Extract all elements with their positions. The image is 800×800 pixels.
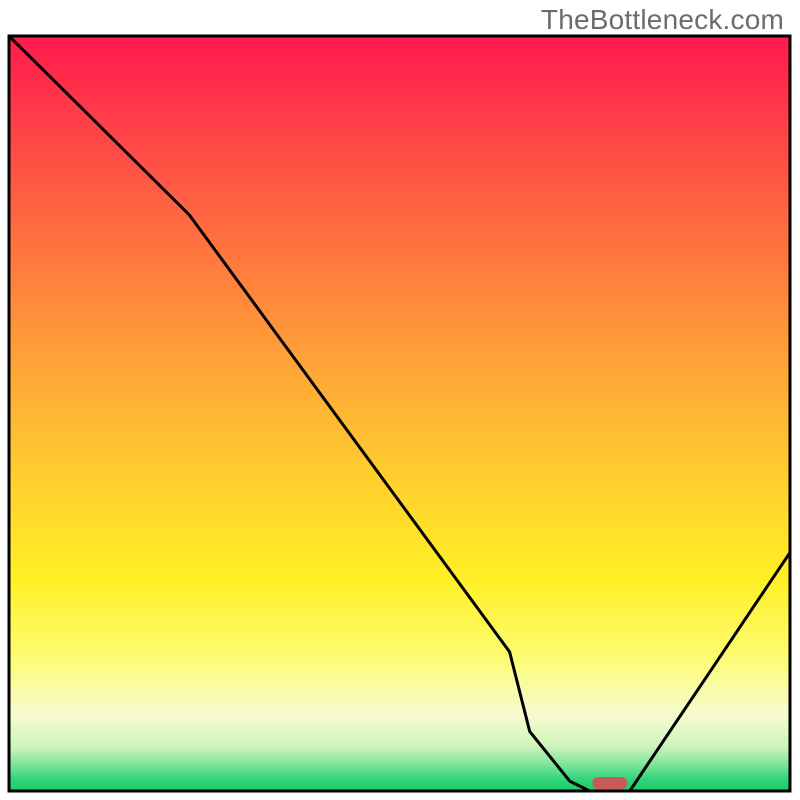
optimum-marker [592,777,627,789]
chart-background [9,36,790,791]
bottleneck-chart-svg [0,0,800,800]
chart-container: TheBottleneck.com [0,0,800,800]
